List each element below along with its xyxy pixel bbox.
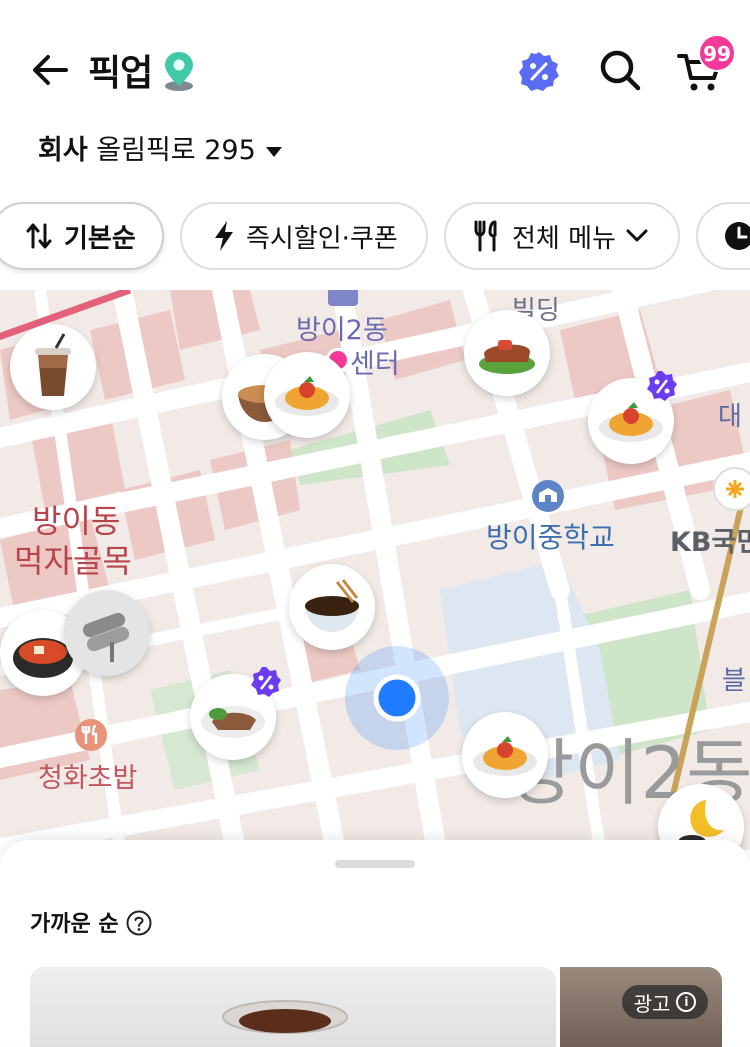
- info-icon[interactable]: i: [676, 992, 697, 1012]
- ad-label: 광고: [633, 991, 671, 1016]
- spaghetti-icon: [275, 376, 339, 416]
- bank-icon: [713, 467, 750, 511]
- sort-order-label: 가까운 순: [30, 912, 119, 937]
- caret-down-icon: [265, 146, 282, 157]
- utensils-icon: [474, 220, 497, 252]
- address-street: 올림픽로 295: [96, 135, 256, 166]
- marker-spaghetti-1[interactable]: [264, 352, 350, 438]
- iced-coffee-icon: [35, 333, 71, 396]
- chip-menu-label: 전체 메뉴: [512, 223, 616, 254]
- spaghetti-icon: [473, 736, 537, 776]
- restaurant-poi-icon: [75, 719, 107, 751]
- chip-sort-label: 기본순: [64, 223, 136, 254]
- chip-sort[interactable]: 기본순: [0, 202, 164, 270]
- map-label-right-b: 블: [722, 666, 746, 696]
- deal-badge-icon: [251, 667, 281, 697]
- location-pin-icon: [165, 52, 193, 91]
- chip-pickup-time[interactable]: [696, 202, 750, 270]
- public-office-icon: [328, 290, 358, 306]
- header: 픽업 99: [0, 0, 750, 130]
- map-label-bank: KB국민: [670, 527, 750, 558]
- store-card-image[interactable]: [30, 967, 556, 1047]
- chip-deal-label: 즉시할인·쿠폰: [246, 223, 398, 254]
- marker-spaghetti-3[interactable]: [462, 712, 548, 798]
- map-label-restaurant: 청화초밥: [38, 763, 138, 794]
- rice-cakes-icon: [82, 612, 130, 662]
- address-selector[interactable]: 회사 올림픽로 295: [38, 128, 282, 167]
- marker-iced-coffee[interactable]: [10, 324, 96, 410]
- search-icon[interactable]: [598, 48, 642, 92]
- sort-icon: [26, 223, 52, 249]
- sheet-drag-handle[interactable]: [335, 860, 415, 868]
- marker-grilled-meat[interactable]: [464, 310, 550, 396]
- address-place: 회사: [38, 135, 88, 166]
- cart-count-badge: 99: [698, 34, 736, 72]
- map-label-school: 방이중학교: [486, 521, 615, 554]
- chip-instant-discount[interactable]: 즉시할인·쿠폰: [180, 202, 428, 270]
- help-icon[interactable]: [126, 910, 152, 936]
- filter-chip-bar: 기본순 즉시할인·쿠폰 전체 메뉴: [0, 200, 750, 274]
- iced-drink-image: [222, 1000, 348, 1034]
- chevron-down-icon: [626, 229, 648, 242]
- map-label-center-b: 센터: [350, 349, 400, 380]
- map-label-right-a: 대: [718, 402, 742, 432]
- ad-badge: 광고 i: [622, 985, 708, 1019]
- chip-all-menu[interactable]: 전체 메뉴: [444, 202, 680, 270]
- school-icon: [532, 480, 564, 512]
- map-view[interactable]: 빌딩 방이2동 센터 방이동 먹자골목 방이중학교 KB국민 청화초밥 방이2동…: [0, 290, 750, 850]
- lightning-icon: [215, 221, 233, 251]
- ad-card-image[interactable]: 광고 i: [560, 967, 722, 1047]
- marker-black-bean-noodles[interactable]: [289, 564, 375, 650]
- page-title: 픽업: [88, 53, 153, 94]
- clock-icon: [725, 222, 750, 250]
- map-label-alley-b: 먹자골목: [14, 542, 132, 580]
- bottom-sheet: 가까운 순 광고 i: [0, 840, 750, 1047]
- coupon-icon[interactable]: [518, 50, 560, 92]
- back-arrow-icon[interactable]: [30, 50, 70, 90]
- deal-badge-icon: [647, 371, 677, 401]
- marker-rice-cakes[interactable]: [64, 590, 150, 676]
- black-bean-noodles-icon: [305, 579, 359, 632]
- grilled-meat-icon: [479, 340, 535, 374]
